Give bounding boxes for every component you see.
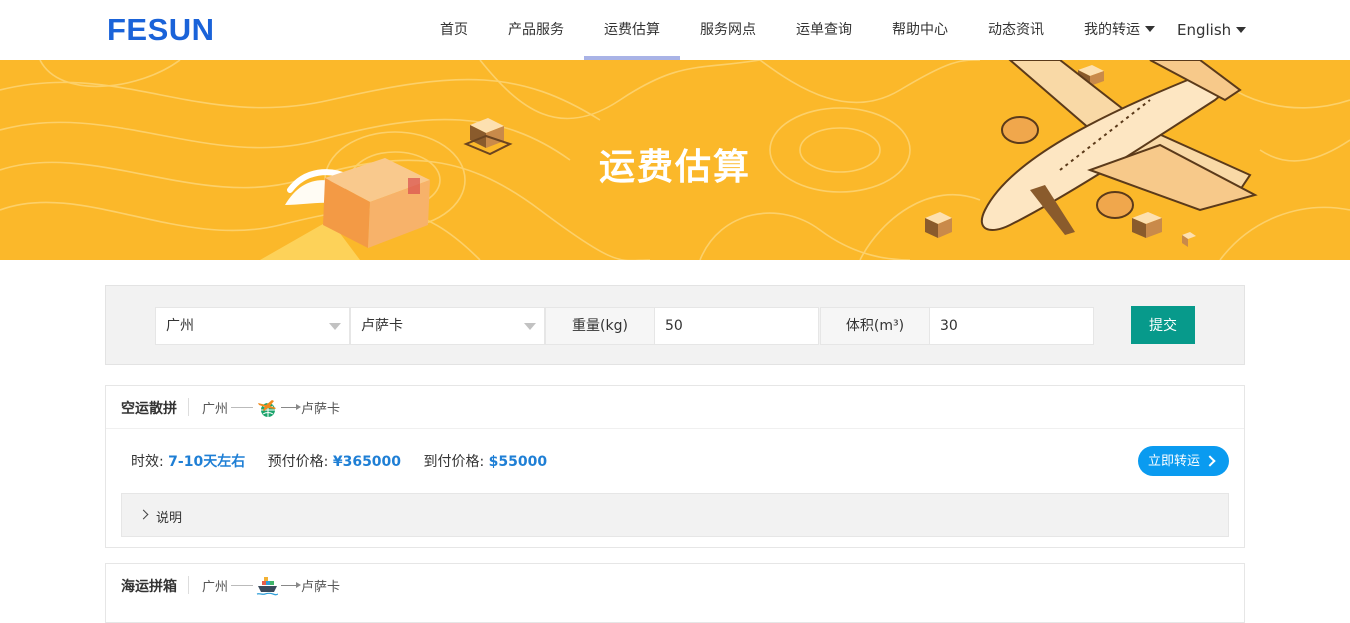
language-label: English	[1177, 21, 1232, 39]
airplane-globe-icon	[258, 399, 277, 417]
chevron-right-icon	[1204, 455, 1216, 467]
submit-button[interactable]: 提交	[1131, 306, 1195, 344]
chevron-right-icon	[138, 509, 149, 520]
result-card-header: 海运拼箱 广州 卢萨卡	[106, 564, 1244, 607]
route-to: 卢萨卡	[301, 580, 341, 595]
hero-banner: 运费估算	[0, 60, 1350, 260]
nav-item-my-forwarding[interactable]: 我的转运	[1064, 0, 1155, 60]
cargo-ship-icon	[256, 576, 279, 595]
site-logo[interactable]: FESUN	[107, 12, 215, 48]
caret-down-icon	[1145, 26, 1155, 32]
description-label: 说明	[156, 511, 183, 526]
result-info: 时效: 7-10天左右 预付价格: ¥365000 到付价格: $55000	[131, 451, 565, 471]
ship-now-button[interactable]: 立即转运	[1138, 446, 1229, 476]
nav-item-service-points[interactable]: 服务网点	[680, 0, 776, 60]
destination-select-value: 卢萨卡	[361, 318, 403, 334]
banner-title: 运费估算	[598, 147, 751, 188]
route-from: 广州	[202, 580, 229, 595]
service-title: 空运散拼	[121, 401, 177, 417]
route-line	[231, 585, 254, 586]
volume-label: 体积(m³)	[820, 307, 930, 345]
nav-item-home[interactable]: 首页	[420, 0, 488, 60]
dropdown-arrow-icon	[329, 323, 341, 330]
divider	[188, 398, 189, 416]
route-arrow	[281, 404, 302, 410]
route: 广州 卢萨卡	[202, 576, 340, 595]
cod-price-label: 到付价格:	[423, 454, 485, 470]
origin-select[interactable]: 广州	[155, 307, 350, 345]
nav-item-my-forwarding-label: 我的转运	[1084, 22, 1140, 38]
result-card-header: 空运散拼 广州 卢萨卡	[106, 386, 1244, 429]
divider	[188, 576, 189, 594]
route-line	[231, 407, 254, 408]
cod-price-value: $55000	[488, 454, 548, 470]
nav-item-tracking[interactable]: 运单查询	[776, 0, 872, 60]
transit-time-label: 时效:	[131, 454, 164, 470]
estimate-form: 广州 卢萨卡 重量(kg) 体积(m³) 提交	[105, 285, 1245, 365]
caret-down-icon	[1236, 27, 1247, 33]
nav-item-products[interactable]: 产品服务	[488, 0, 584, 60]
prepaid-price-value: ¥365000	[332, 454, 402, 470]
dropdown-arrow-icon	[524, 323, 536, 330]
main-nav: 首页 产品服务 运费估算 服务网点 运单查询 帮助中心 动态资讯 我的转运	[420, 0, 1155, 60]
prepaid-price-label: 预付价格:	[267, 454, 329, 470]
ship-now-label: 立即转运	[1148, 453, 1201, 468]
language-switcher[interactable]: English	[1177, 0, 1247, 60]
volume-input[interactable]	[929, 307, 1094, 345]
result-info-row: 时效: 7-10天左右 预付价格: ¥365000 到付价格: $55000 立…	[106, 429, 1244, 493]
result-card-sea: 海运拼箱 广州 卢萨卡	[105, 563, 1245, 623]
route-to: 卢萨卡	[301, 402, 341, 417]
route-arrow	[281, 582, 302, 588]
result-card-air: 空运散拼 广州 卢萨卡 时效: 7-10天左右 预付价格: ¥365000 到付…	[105, 385, 1245, 548]
origin-select-value: 广州	[166, 318, 194, 334]
description-toggle[interactable]: 说明	[121, 493, 1229, 537]
weight-input[interactable]	[654, 307, 819, 345]
destination-select[interactable]: 卢萨卡	[350, 307, 545, 345]
nav-item-news[interactable]: 动态资讯	[968, 0, 1064, 60]
nav-item-help[interactable]: 帮助中心	[872, 0, 968, 60]
service-title: 海运拼箱	[121, 579, 177, 595]
site-header: FESUN 首页 产品服务 运费估算 服务网点 运单查询 帮助中心 动态资讯 我…	[0, 0, 1350, 60]
route-from: 广州	[202, 402, 229, 417]
nav-item-freight-estimate[interactable]: 运费估算	[584, 0, 680, 60]
route: 广州 卢萨卡	[202, 398, 340, 417]
weight-label: 重量(kg)	[545, 307, 655, 345]
transit-time-value: 7-10天左右	[168, 454, 246, 470]
